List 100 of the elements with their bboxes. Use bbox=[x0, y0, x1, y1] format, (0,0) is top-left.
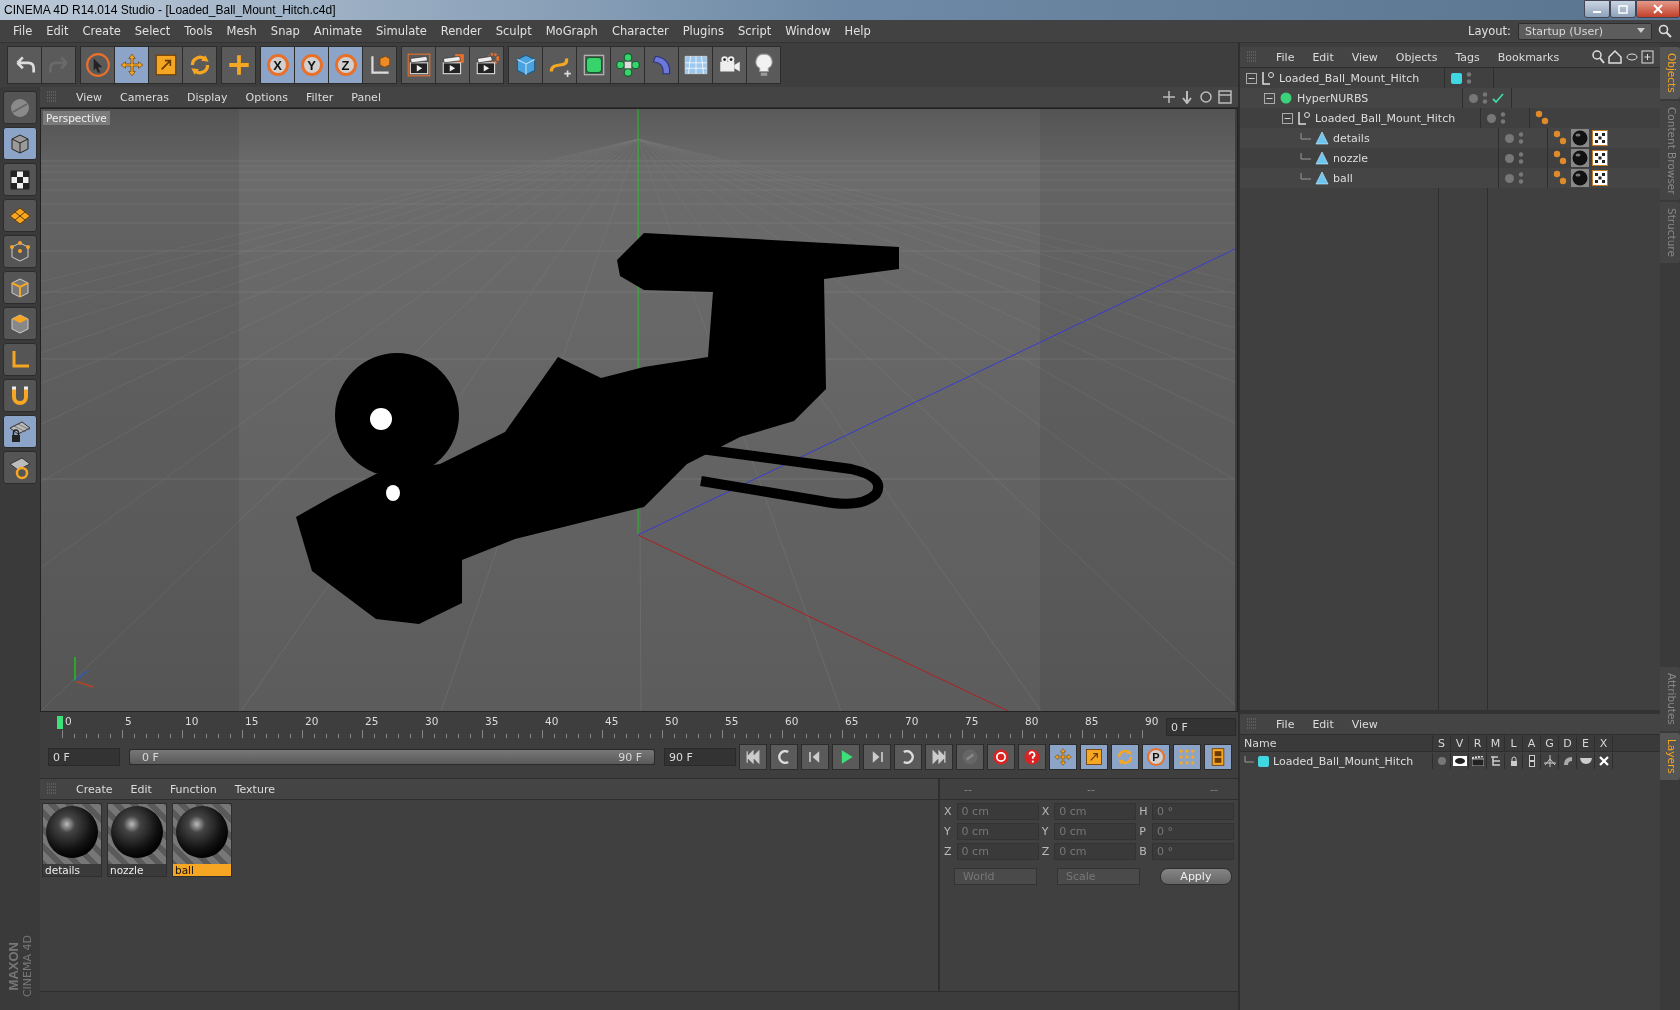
tool-button[interactable] bbox=[542, 46, 577, 84]
playback-button[interactable] bbox=[1018, 744, 1046, 770]
tool-button[interactable] bbox=[678, 46, 713, 84]
playback-button[interactable] bbox=[1173, 744, 1201, 770]
playback-button[interactable]: P bbox=[1142, 744, 1170, 770]
mode-button[interactable] bbox=[3, 307, 37, 340]
mode-button[interactable] bbox=[3, 343, 37, 376]
two-dots-tag-icon[interactable] bbox=[1552, 129, 1568, 147]
menu-item[interactable]: Render bbox=[433, 24, 489, 38]
material-menu-item[interactable]: Edit bbox=[122, 782, 160, 796]
playback-button[interactable] bbox=[1111, 744, 1139, 770]
menu-item[interactable]: Edit bbox=[39, 24, 76, 38]
grip-icon[interactable] bbox=[46, 91, 58, 103]
visibility-dots-icon[interactable] bbox=[1466, 71, 1472, 85]
menu-item[interactable]: Help bbox=[837, 24, 878, 38]
ball-hitch-model-drawing[interactable] bbox=[296, 233, 899, 624]
tool-button[interactable] bbox=[508, 46, 543, 84]
object-menu-item[interactable]: Bookmarks bbox=[1489, 50, 1568, 64]
material-swatch[interactable]: details bbox=[42, 803, 102, 877]
mode-button[interactable] bbox=[3, 199, 37, 232]
bowl-icon[interactable] bbox=[1579, 757, 1592, 765]
material-menu-item[interactable]: Texture bbox=[226, 782, 283, 796]
mode-button[interactable] bbox=[3, 271, 37, 304]
playback-button[interactable] bbox=[832, 744, 860, 770]
checker-tag-icon[interactable] bbox=[1592, 170, 1608, 186]
material-ball-tag-icon[interactable] bbox=[1571, 129, 1589, 147]
menu-item[interactable]: MoGraph bbox=[538, 24, 605, 38]
viewport-menu-item[interactable]: Display bbox=[179, 90, 236, 104]
generator-x-icon[interactable] bbox=[1598, 756, 1609, 766]
tool-button[interactable]: Y bbox=[294, 46, 329, 84]
checker-tag-icon[interactable] bbox=[1592, 150, 1608, 166]
object-menu-item[interactable]: Edit bbox=[1304, 50, 1342, 64]
tool-button[interactable] bbox=[148, 46, 183, 84]
menu-item[interactable]: Window bbox=[778, 24, 838, 38]
object-menu-item[interactable]: Objects bbox=[1387, 50, 1446, 64]
menu-item[interactable]: Tools bbox=[177, 24, 220, 38]
tool-button[interactable] bbox=[712, 46, 747, 84]
clapperboard-icon[interactable] bbox=[1471, 756, 1484, 766]
layer-row[interactable]: Loaded_Ball_Mount_Hitch bbox=[1240, 752, 1660, 770]
menu-item[interactable]: Sculpt bbox=[488, 24, 539, 38]
hierarchy-icon[interactable] bbox=[1489, 756, 1502, 766]
menu-item[interactable]: File bbox=[6, 24, 40, 38]
collapse-toggle-icon[interactable] bbox=[1264, 92, 1275, 104]
object-menu-item[interactable]: Tags bbox=[1447, 50, 1488, 64]
grip-icon[interactable] bbox=[1246, 51, 1258, 63]
material-menu-item[interactable]: Function bbox=[161, 782, 225, 796]
playback-button[interactable] bbox=[1049, 744, 1077, 770]
tool-button[interactable] bbox=[401, 46, 436, 84]
menu-item[interactable]: Select bbox=[127, 24, 178, 38]
menu-item[interactable]: Script bbox=[730, 24, 779, 38]
viewport[interactable]: Perspective bbox=[40, 108, 1238, 712]
minimize-button[interactable] bbox=[1584, 0, 1610, 18]
object-menu-item[interactable]: View bbox=[1343, 50, 1386, 64]
object-menu-item[interactable]: File bbox=[1268, 50, 1303, 64]
material-swatch[interactable]: nozzle bbox=[107, 803, 167, 877]
playback-button[interactable] bbox=[739, 744, 767, 770]
material-ball-tag-icon[interactable] bbox=[1571, 149, 1589, 167]
collapse-toggle-icon[interactable] bbox=[1246, 72, 1257, 84]
material-swatch[interactable]: ball bbox=[172, 803, 232, 877]
tool-button[interactable] bbox=[469, 46, 504, 84]
tool-button[interactable] bbox=[221, 46, 256, 84]
menu-item[interactable]: Animate bbox=[306, 24, 369, 38]
viewport-nav-icons[interactable] bbox=[1162, 90, 1232, 104]
layer-menu-item[interactable]: Edit bbox=[1304, 717, 1342, 731]
viewport-menu-item[interactable]: View bbox=[68, 90, 111, 104]
tool-button[interactable] bbox=[435, 46, 470, 84]
menu-item[interactable]: Snap bbox=[263, 24, 307, 38]
playback-button[interactable] bbox=[770, 744, 798, 770]
menu-item[interactable]: Character bbox=[604, 24, 676, 38]
menu-item[interactable]: Simulate bbox=[369, 24, 434, 38]
film-strip-icon[interactable] bbox=[1528, 755, 1535, 767]
layer-menu-item[interactable]: File bbox=[1268, 717, 1303, 731]
current-frame-field[interactable]: 0 F bbox=[1166, 718, 1236, 736]
playback-button[interactable] bbox=[863, 744, 891, 770]
lock-icon[interactable] bbox=[1509, 756, 1518, 766]
maximize-button[interactable] bbox=[1610, 0, 1636, 18]
visibility-dots-icon[interactable] bbox=[1500, 111, 1506, 125]
viewport-menu-item[interactable]: Panel bbox=[343, 90, 389, 104]
grip-icon[interactable] bbox=[46, 783, 58, 795]
menu-item[interactable]: Plugins bbox=[675, 24, 731, 38]
search-icon[interactable] bbox=[1658, 24, 1672, 38]
menu-item[interactable]: Create bbox=[75, 24, 128, 38]
tool-button[interactable] bbox=[182, 46, 217, 84]
playback-button[interactable] bbox=[987, 744, 1015, 770]
object-row[interactable]: ball bbox=[1240, 168, 1660, 188]
playback-button[interactable] bbox=[1080, 744, 1108, 770]
tool-button[interactable] bbox=[610, 46, 645, 84]
object-row[interactable]: details bbox=[1240, 128, 1660, 148]
visibility-dots-icon[interactable] bbox=[1518, 151, 1524, 165]
deformer-icon[interactable] bbox=[1561, 755, 1574, 767]
start-frame-field[interactable]: 0 F bbox=[48, 748, 120, 766]
tool-button[interactable] bbox=[362, 46, 397, 84]
mode-button[interactable] bbox=[3, 379, 37, 412]
playback-button[interactable] bbox=[894, 744, 922, 770]
material-ball-tag-icon[interactable] bbox=[1571, 169, 1589, 187]
visibility-dots-icon[interactable] bbox=[1482, 91, 1488, 105]
menu-item[interactable]: Mesh bbox=[219, 24, 264, 38]
tool-button[interactable]: Z bbox=[328, 46, 363, 84]
side-tab[interactable]: Layers bbox=[1660, 733, 1680, 780]
frame-range-slider[interactable]: 0 F 90 F bbox=[130, 750, 654, 764]
